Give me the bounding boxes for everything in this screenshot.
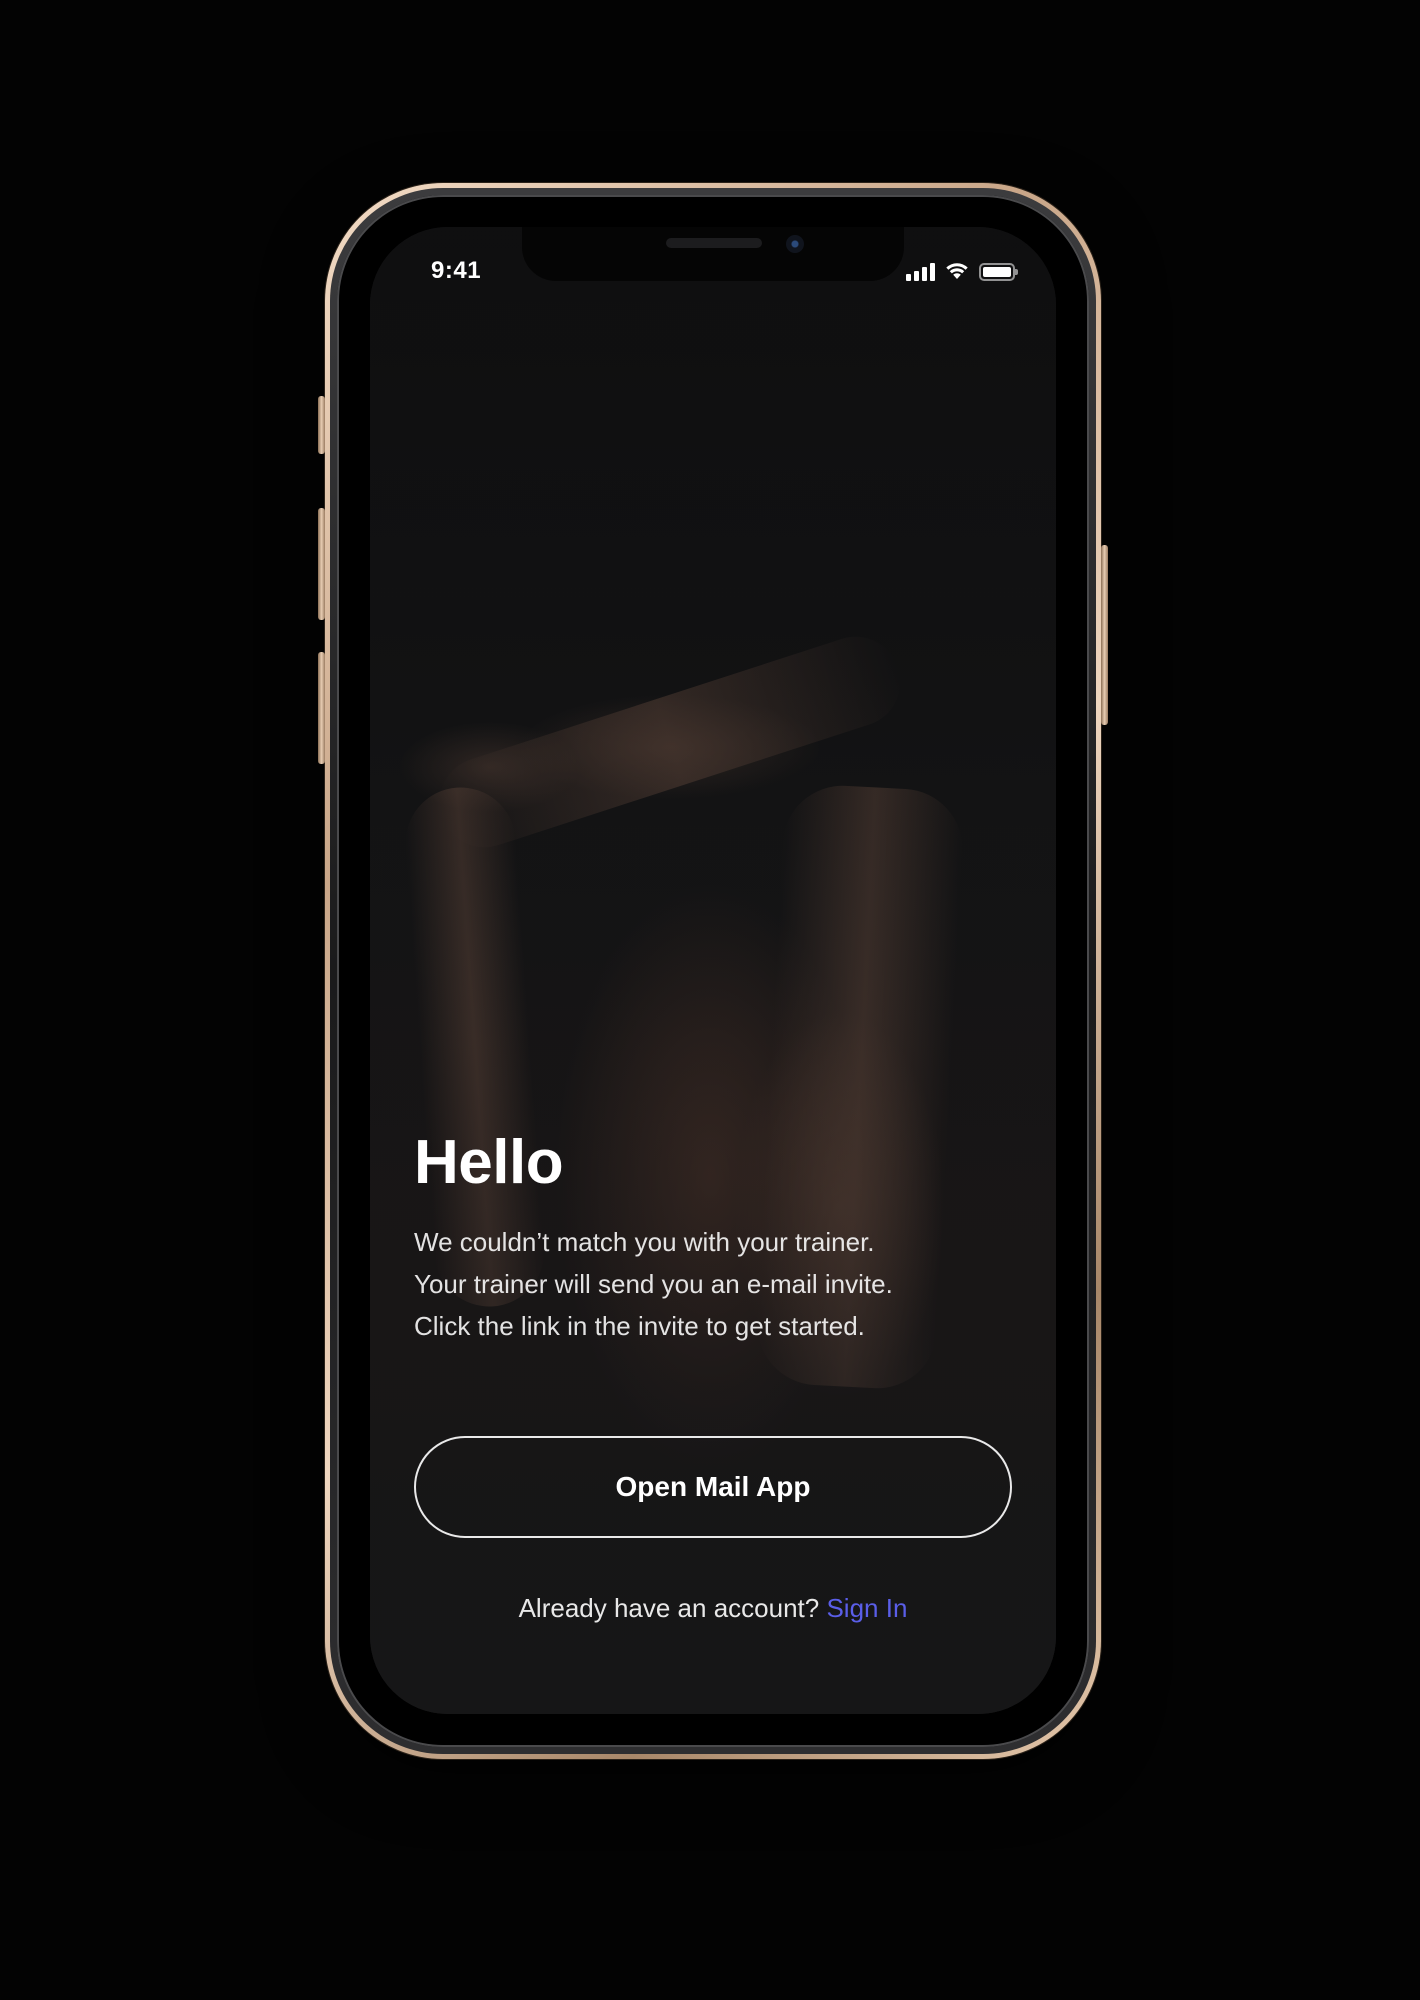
status-bar: 9:41 (370, 227, 1056, 307)
notch (522, 227, 904, 281)
app-screen: 9:41 Hello We couldn’t match you with yo… (370, 227, 1056, 1714)
sign-in-link[interactable]: Sign In (826, 1593, 907, 1623)
signin-row: Already have an account? Sign In (370, 1593, 1056, 1624)
status-icons (906, 259, 1018, 281)
mute-switch (318, 396, 325, 454)
front-camera (786, 235, 804, 253)
battery-icon (979, 263, 1018, 281)
open-mail-app-button[interactable]: Open Mail App (414, 1436, 1012, 1538)
page-title: Hello (414, 1128, 564, 1197)
speaker-grille (666, 238, 762, 248)
status-time: 9:41 (431, 257, 482, 284)
cellular-signal-icon (906, 263, 935, 281)
volume-up-button (318, 508, 325, 620)
volume-down-button (318, 652, 325, 764)
signin-prompt: Already have an account? (518, 1593, 827, 1623)
power-button (1101, 545, 1108, 725)
info-message: We couldn’t match you with your trainer.… (414, 1227, 893, 1341)
wifi-icon (946, 263, 968, 279)
mockup-stage: 9:41 Hello We couldn’t match you with yo… (0, 0, 1420, 2000)
